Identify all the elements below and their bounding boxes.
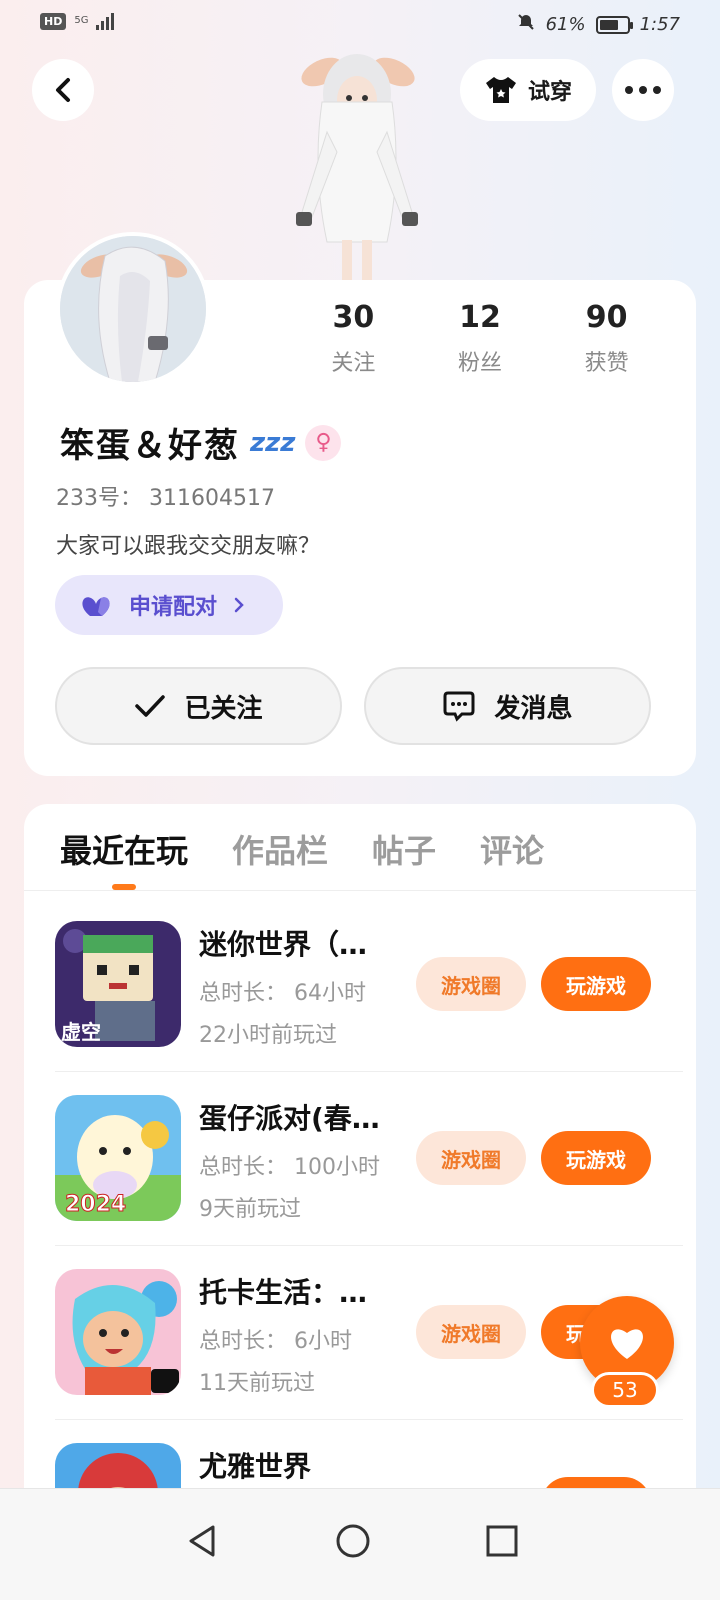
clock: 1:57 (639, 14, 680, 35)
send-message-label: 发消息 (494, 693, 573, 724)
stat-label: 关注 (331, 351, 376, 376)
profile-tabs: 最近在玩 作品栏 帖子 评论 (60, 826, 544, 870)
game-circle-button[interactable]: 游戏圈 (416, 1131, 526, 1185)
avatar-3d-figure (282, 42, 432, 284)
game-icon-eggy-party[interactable]: 2024 (55, 1095, 181, 1221)
game-icon-toca-life[interactable] (55, 1269, 181, 1395)
game-duration: 总时长： 64小时 (199, 981, 366, 1006)
row-divider (55, 1245, 683, 1246)
request-pair-label: 申请配对 (129, 595, 218, 620)
bio: 大家可以跟我交交朋友嘛？ (56, 534, 321, 559)
list-item[interactable]: 虚空 迷你世界（… 总时长： 64小时 22小时前玩过 游戏圈 玩游戏 (55, 921, 683, 1095)
stat-label: 粉丝 (458, 351, 503, 376)
sleep-status-icon: zzz (250, 427, 296, 458)
status-right: 61% 1:57 (516, 12, 680, 37)
tab-works[interactable]: 作品栏 (232, 826, 328, 870)
game-circle-button[interactable]: 游戏圈 (416, 957, 526, 1011)
network-label: 5G (74, 15, 89, 26)
chat-bubble-icon (443, 691, 475, 722)
try-on-label: 试穿 (527, 80, 572, 105)
game-duration: 总时长： 100小时 (199, 1155, 380, 1180)
play-game-button[interactable]: 玩游戏 (541, 1131, 651, 1185)
tabs-divider (24, 890, 696, 891)
row-divider (55, 1419, 683, 1420)
send-message-button[interactable]: 发消息 (364, 667, 651, 745)
status-left: HD 5G (40, 12, 115, 30)
chevron-right-icon (234, 597, 244, 613)
nav-home-button[interactable] (323, 1511, 383, 1571)
more-dots-icon (625, 86, 661, 94)
request-pair-button[interactable]: 申请配对 (55, 575, 283, 635)
game-last-played: 9天前玩过 (199, 1197, 301, 1222)
profile-stats: 30 关注 12 粉丝 90 获赞 (290, 300, 670, 377)
nav-back-button[interactable] (172, 1511, 232, 1571)
like-count-badge: 53 (591, 1372, 659, 1408)
hd-badge: HD (40, 12, 67, 30)
battery-fill (599, 19, 618, 30)
play-game-button[interactable]: 玩游戏 (541, 957, 651, 1011)
stat-likes[interactable]: 90 获赞 (543, 300, 670, 377)
game-title: 托卡生活：… (199, 1276, 368, 1309)
game-last-played: 22小时前玩过 (199, 1023, 337, 1048)
chevron-left-icon (56, 78, 70, 102)
username-row: 笨蛋＆好葱 zzz ♀ (60, 418, 342, 467)
stat-followers[interactable]: 12 粉丝 (417, 300, 544, 377)
tab-posts[interactable]: 帖子 (372, 826, 436, 870)
game-circle-button[interactable]: 游戏圈 (416, 1305, 526, 1359)
stat-value: 30 (332, 300, 375, 335)
stat-following[interactable]: 30 关注 (290, 300, 417, 377)
circle-home-icon (336, 1524, 370, 1558)
game-title: 蛋仔派对(春… (199, 1102, 380, 1135)
battery-percent: 61% (545, 14, 586, 35)
stat-value: 12 (459, 300, 501, 335)
try-on-button[interactable]: 试穿 (460, 59, 596, 121)
game-title: 迷你世界（… (199, 928, 368, 961)
game-title: 尤雅世界 (199, 1450, 312, 1483)
username: 笨蛋＆好葱 (60, 426, 240, 466)
more-button[interactable] (612, 59, 674, 121)
stat-label: 获赞 (584, 351, 629, 376)
signal-icon (96, 12, 115, 30)
following-label: 已关注 (184, 693, 263, 724)
status-bar: HD 5G 61% 1:57 (0, 0, 720, 48)
following-button[interactable]: 已关注 (55, 667, 342, 745)
heart-pair-icon (82, 597, 110, 616)
battery-icon (595, 15, 633, 34)
game-duration: 总时长： 6小时 (199, 1329, 352, 1354)
square-recents-icon (486, 1525, 518, 1557)
list-item[interactable]: 2024 蛋仔派对(春… 总时长： 100小时 9天前玩过 游戏圈 玩游戏 (55, 1095, 683, 1269)
gender-female-icon: ♀ (305, 424, 342, 461)
system-nav-bar (0, 1488, 720, 1600)
triangle-back-icon (189, 1525, 215, 1557)
game-icon-badge: 2024 (65, 1192, 126, 1217)
game-icon-badge: 虚空 (61, 1020, 101, 1044)
avatar[interactable] (56, 232, 210, 386)
row-divider (55, 1071, 683, 1072)
heart-icon (611, 1329, 643, 1359)
check-icon (135, 695, 166, 717)
tab-recently-played[interactable]: 最近在玩 (60, 826, 188, 870)
user-id: 233号： 311604517 (56, 486, 275, 511)
stat-value: 90 (585, 300, 628, 335)
tab-comments[interactable]: 评论 (480, 826, 544, 870)
nav-recents-button[interactable] (472, 1511, 532, 1571)
mute-icon (516, 12, 536, 37)
game-last-played: 11天前玩过 (199, 1371, 315, 1396)
game-icon-mini-world[interactable]: 虚空 (55, 921, 181, 1047)
shirt-icon (485, 77, 516, 103)
back-button[interactable] (32, 59, 94, 121)
